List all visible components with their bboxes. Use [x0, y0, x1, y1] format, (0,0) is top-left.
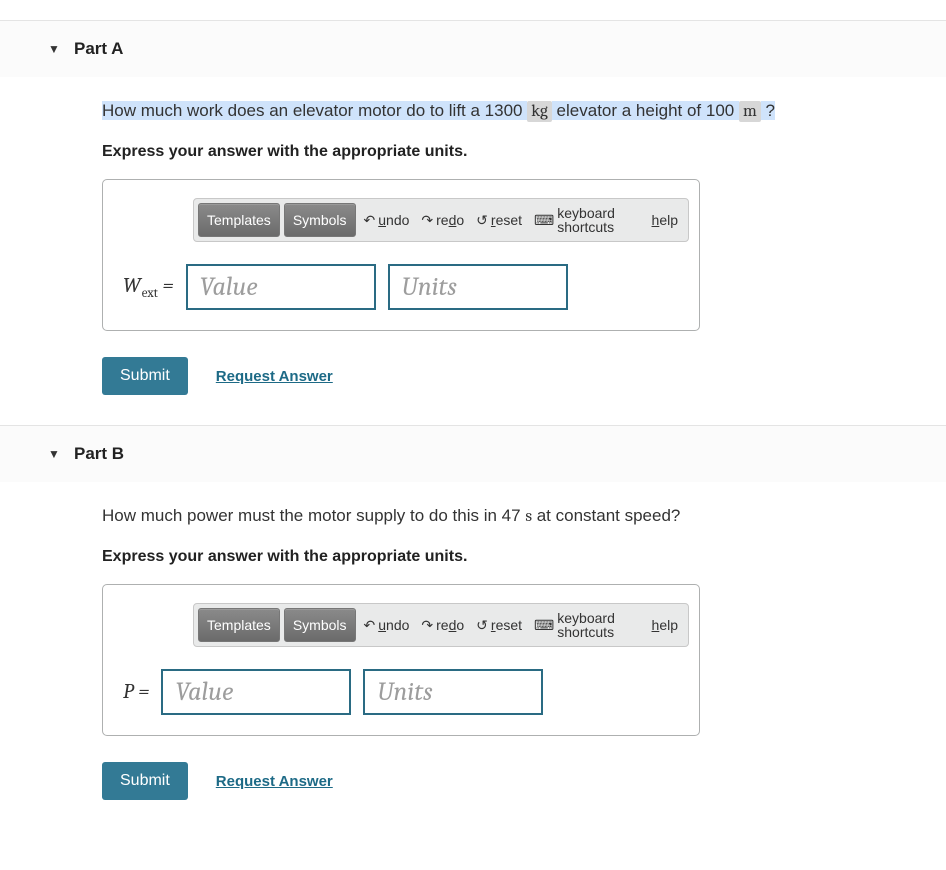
undo-label: undo — [378, 213, 409, 227]
part-a-instruction: Express your answer with the appropriate… — [102, 143, 946, 161]
units-placeholder: Units — [377, 677, 432, 707]
reset-button[interactable]: ↺reset — [472, 213, 526, 227]
units-input[interactable]: Units — [363, 669, 543, 715]
undo-icon: ↶ — [364, 618, 376, 632]
request-answer-link[interactable]: Request Answer — [216, 773, 333, 790]
question-text-prefix: How much power must the motor supply to … — [102, 506, 525, 525]
part-b-answer-panel: Templates Symbols ↶undo ↷redo ↺reset ⌨ke… — [102, 584, 700, 736]
part-a-header[interactable]: ▼ Part A — [0, 20, 946, 77]
value-input[interactable]: Value — [186, 264, 376, 310]
keyboard-shortcuts-button[interactable]: ⌨keyboard shortcuts — [530, 206, 643, 234]
keyboard-shortcuts-button[interactable]: ⌨keyboard shortcuts — [530, 611, 643, 639]
part-a-title: Part A — [74, 39, 123, 59]
redo-button[interactable]: ↷redo — [417, 618, 468, 632]
question-text-suffix: at constant speed? — [532, 506, 680, 525]
part-b-instruction: Express your answer with the appropriate… — [102, 548, 946, 566]
templates-label: Templates — [207, 617, 271, 633]
symbols-button[interactable]: Symbols — [284, 608, 356, 642]
units-input[interactable]: Units — [388, 264, 568, 310]
undo-icon: ↶ — [364, 213, 376, 227]
part-b-body: How much power must the motor supply to … — [48, 482, 946, 800]
variable-label: P = — [123, 680, 149, 704]
answer-row: Wext = Value Units — [113, 264, 689, 310]
request-answer-link[interactable]: Request Answer — [216, 368, 333, 385]
chevron-down-icon: ▼ — [48, 42, 60, 56]
formula-toolbar: Templates Symbols ↶undo ↷redo ↺reset ⌨ke… — [193, 198, 689, 242]
chevron-down-icon: ▼ — [48, 447, 60, 461]
redo-label: redo — [436, 213, 464, 227]
redo-icon: ↷ — [421, 213, 433, 227]
units-placeholder: Units — [402, 272, 457, 302]
submit-button[interactable]: Submit — [102, 357, 188, 395]
unit-kg: kg — [527, 101, 552, 122]
keyboard-label: keyboard shortcuts — [557, 206, 639, 234]
unit-s: s — [525, 507, 532, 526]
question-text-suffix: ? — [761, 101, 775, 120]
equals-sign: = — [158, 274, 174, 298]
symbols-button[interactable]: Symbols — [284, 203, 356, 237]
keyboard-icon: ⌨ — [534, 618, 554, 632]
help-button[interactable]: help — [648, 213, 682, 227]
part-b-title: Part B — [74, 444, 124, 464]
value-input[interactable]: Value — [161, 669, 351, 715]
submit-button[interactable]: Submit — [102, 762, 188, 800]
value-placeholder: Value — [175, 677, 233, 707]
part-b-header[interactable]: ▼ Part B — [0, 425, 946, 482]
part-a-section: ▼ Part A How much work does an elevator … — [48, 20, 946, 395]
equals-sign: = — [134, 680, 150, 704]
symbols-label: Symbols — [293, 212, 347, 228]
reset-icon: ↺ — [476, 213, 488, 227]
reset-label: reset — [491, 213, 522, 227]
redo-button[interactable]: ↷redo — [417, 213, 468, 227]
part-a-body: How much work does an elevator motor do … — [48, 77, 946, 395]
symbols-label: Symbols — [293, 617, 347, 633]
unit-m: m — [739, 101, 761, 122]
help-label: help — [652, 213, 678, 227]
undo-button[interactable]: ↶undo — [360, 618, 414, 632]
templates-label: Templates — [207, 212, 271, 228]
var-sub: ext — [142, 286, 158, 301]
question-text-prefix: How much work does an elevator motor do … — [102, 101, 527, 120]
part-a-question: How much work does an elevator motor do … — [102, 97, 946, 125]
redo-icon: ↷ — [421, 618, 433, 632]
keyboard-icon: ⌨ — [534, 213, 554, 227]
undo-button[interactable]: ↶undo — [360, 213, 414, 227]
templates-button[interactable]: Templates — [198, 608, 280, 642]
variable-label: Wext = — [123, 274, 174, 301]
part-a-actions: Submit Request Answer — [102, 357, 946, 395]
formula-toolbar: Templates Symbols ↶undo ↷redo ↺reset ⌨ke… — [193, 603, 689, 647]
reset-icon: ↺ — [476, 618, 488, 632]
reset-label: reset — [491, 618, 522, 632]
part-a-answer-panel: Templates Symbols ↶undo ↷redo ↺reset ⌨ke… — [102, 179, 700, 331]
help-button[interactable]: help — [648, 618, 682, 632]
part-b-actions: Submit Request Answer — [102, 762, 946, 800]
redo-label: redo — [436, 618, 464, 632]
keyboard-label: keyboard shortcuts — [557, 611, 639, 639]
undo-label: undo — [378, 618, 409, 632]
part-b-question: How much power must the motor supply to … — [102, 502, 946, 530]
value-placeholder: Value — [200, 272, 258, 302]
var-main: P — [123, 680, 134, 704]
templates-button[interactable]: Templates — [198, 203, 280, 237]
help-label: help — [652, 618, 678, 632]
question-text-mid: elevator a height of 100 — [552, 101, 739, 120]
var-main: W — [123, 274, 141, 298]
answer-row: P = Value Units — [113, 669, 689, 715]
reset-button[interactable]: ↺reset — [472, 618, 526, 632]
part-b-section: ▼ Part B How much power must the motor s… — [48, 425, 946, 800]
